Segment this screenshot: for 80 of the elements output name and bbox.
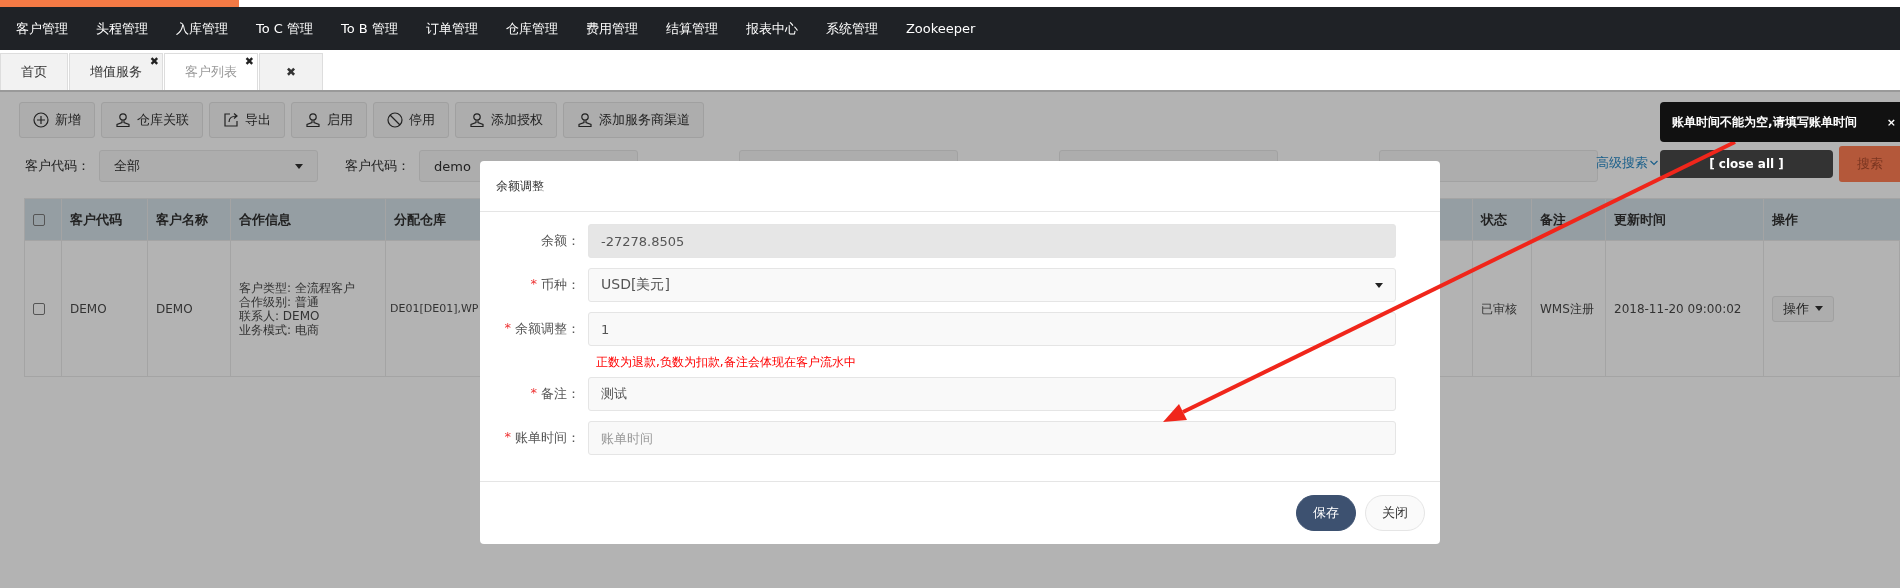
export-icon — [223, 112, 239, 128]
column-header: 更新时间 — [1614, 210, 1666, 229]
plus-circle-icon — [33, 112, 49, 128]
chevron-down-icon — [1650, 160, 1658, 166]
nav-item[interactable]: To B 管理 — [341, 19, 412, 38]
toolbar-button[interactable]: 新增 — [19, 102, 95, 138]
required-mark: * — [530, 276, 537, 293]
column-header: 客户名称 — [156, 210, 208, 229]
table-cell: DEMO — [70, 301, 107, 316]
caret-icon — [1375, 282, 1383, 288]
close-tab[interactable]: ✖ — [259, 53, 324, 90]
table-cell-line: 业务模式: 电商 — [239, 322, 319, 337]
table-cell: DEMO — [156, 301, 193, 316]
required-mark: * — [504, 429, 511, 446]
nav-item[interactable]: 入库管理 — [176, 19, 242, 38]
table-cell-line: 联系人: DEMO — [239, 308, 320, 323]
nav-item[interactable]: Zookeeper — [905, 21, 990, 36]
field-label: 余额： — [541, 232, 580, 250]
close-all-button[interactable]: [ close all ] — [1660, 150, 1833, 178]
field-label: 余额调整： — [515, 320, 580, 338]
user-icon — [305, 112, 321, 128]
caret-icon — [295, 163, 303, 169]
input-field[interactable]: 1 — [588, 312, 1396, 346]
ban-icon — [387, 112, 403, 128]
input-field[interactable]: 账单时间 — [588, 421, 1396, 455]
header-checkbox[interactable] — [33, 213, 45, 226]
field-label: 账单时间： — [515, 429, 580, 447]
table-cell: 2018-11-20 09:00:02 — [1614, 301, 1742, 316]
field-label: 备注： — [541, 385, 580, 403]
nav-item[interactable]: 头程管理 — [96, 19, 162, 38]
nav-item[interactable]: 仓库管理 — [505, 19, 572, 38]
required-mark: * — [530, 385, 537, 402]
field-label: 币种： — [541, 276, 580, 294]
nav-item[interactable]: 结算管理 — [665, 19, 732, 38]
column-header: 备注 — [1540, 210, 1566, 229]
toast-message: 账单时间不能为空,请填写账单时间 — [1672, 113, 1857, 131]
toolbar-button[interactable]: 添加服务商渠道 — [563, 102, 704, 138]
nav-item[interactable]: 系统管理 — [825, 19, 892, 38]
column-header: 状态 — [1481, 210, 1507, 229]
close-icon[interactable]: ✖ — [244, 55, 254, 68]
hint-text: 正数为退款,负数为扣款,备注会体现在客户流水中 — [596, 354, 857, 371]
column-header: 客户代码 — [70, 210, 122, 229]
input-field[interactable]: 测试 — [588, 377, 1396, 411]
table-cell-line: 合作级别: 普通 — [239, 294, 319, 309]
filter-label: 客户代码： — [25, 157, 91, 175]
user-icon — [469, 112, 485, 128]
toolbar-button[interactable]: 启用 — [291, 102, 367, 138]
user-icon — [577, 112, 593, 128]
row-checkbox[interactable] — [33, 302, 45, 315]
toolbar-button[interactable]: 导出 — [209, 102, 285, 138]
tab[interactable]: 增值服务 ✖ — [69, 53, 163, 90]
tab[interactable]: 客户列表 ✖ — [164, 53, 258, 90]
table-cell: 已审核 — [1481, 301, 1517, 316]
close-button[interactable]: 关闭 — [1365, 495, 1425, 531]
nav-item[interactable]: 报表中心 — [745, 19, 812, 38]
toolbar-button[interactable]: 添加授权 — [455, 102, 557, 138]
required-mark: * — [504, 320, 511, 337]
close-icon[interactable]: ✖ — [149, 55, 159, 68]
column-header: 操作 — [1772, 210, 1798, 229]
action-dropdown[interactable]: 操作 — [1772, 295, 1834, 322]
nav-item[interactable]: 客户管理 — [16, 19, 82, 38]
column-header: 分配仓库 — [394, 210, 446, 229]
close-icon[interactable]: × — [1886, 115, 1896, 129]
filter-label: 客户代码： — [345, 157, 411, 175]
toolbar-button[interactable]: 仓库关联 — [101, 102, 203, 138]
user-icon — [115, 112, 131, 128]
currency-select[interactable]: USD[美元] — [588, 268, 1396, 302]
tab[interactable]: 首页 — [0, 53, 68, 90]
save-button[interactable]: 保存 — [1296, 495, 1356, 531]
table-cell: WMS注册 — [1540, 301, 1594, 316]
column-header: 合作信息 — [239, 210, 291, 229]
filter-select[interactable]: 全部 — [99, 150, 318, 182]
table-cell-line: 客户类型: 全流程客户 — [239, 280, 355, 295]
toolbar-button[interactable]: 停用 — [373, 102, 449, 138]
table-cell: DE01[DE01],WP — [390, 301, 479, 316]
nav-item[interactable]: 订单管理 — [425, 19, 492, 38]
caret-icon — [1815, 306, 1823, 311]
dialog-title: 余额调整 — [496, 177, 544, 195]
nav-item[interactable]: To C 管理 — [256, 19, 328, 38]
nav-item[interactable]: 费用管理 — [585, 19, 652, 38]
